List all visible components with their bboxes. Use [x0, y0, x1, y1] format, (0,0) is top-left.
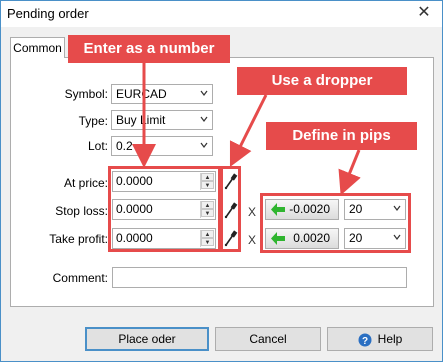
tab-common[interactable]: Common	[10, 37, 65, 58]
pending-order-dialog: Pending order ✕ Common Symbol: EURCAD Ty…	[0, 0, 443, 362]
annotation-arrows	[132, 63, 361, 196]
